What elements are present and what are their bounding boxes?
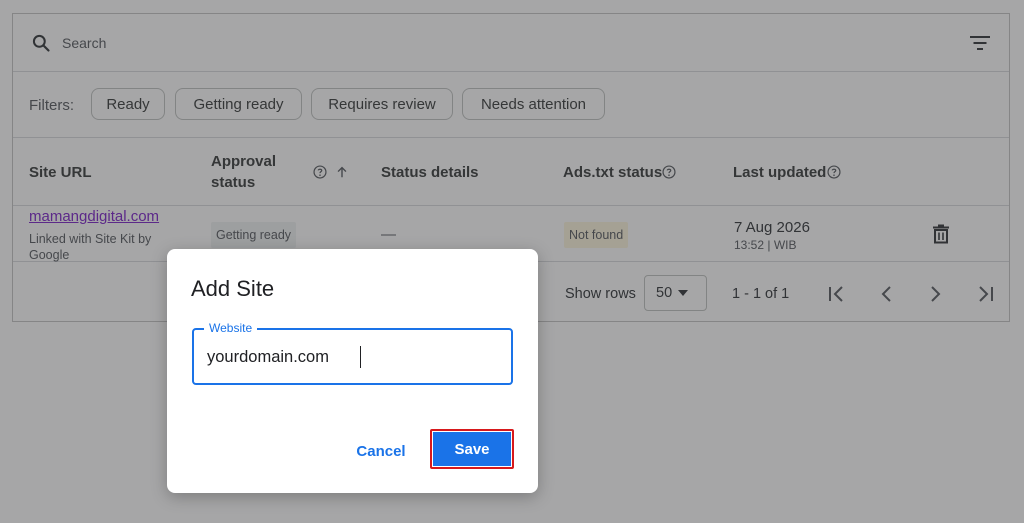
dialog-title: Add Site bbox=[191, 276, 275, 301]
website-field-label: Website bbox=[204, 320, 258, 336]
add-site-dialog: Add Site Website Cancel Save bbox=[167, 249, 538, 493]
cancel-button[interactable]: Cancel bbox=[345, 435, 417, 467]
save-button[interactable]: Save bbox=[430, 429, 514, 469]
website-field[interactable]: Website bbox=[192, 320, 513, 385]
text-cursor bbox=[360, 346, 361, 368]
website-input[interactable] bbox=[207, 345, 497, 369]
